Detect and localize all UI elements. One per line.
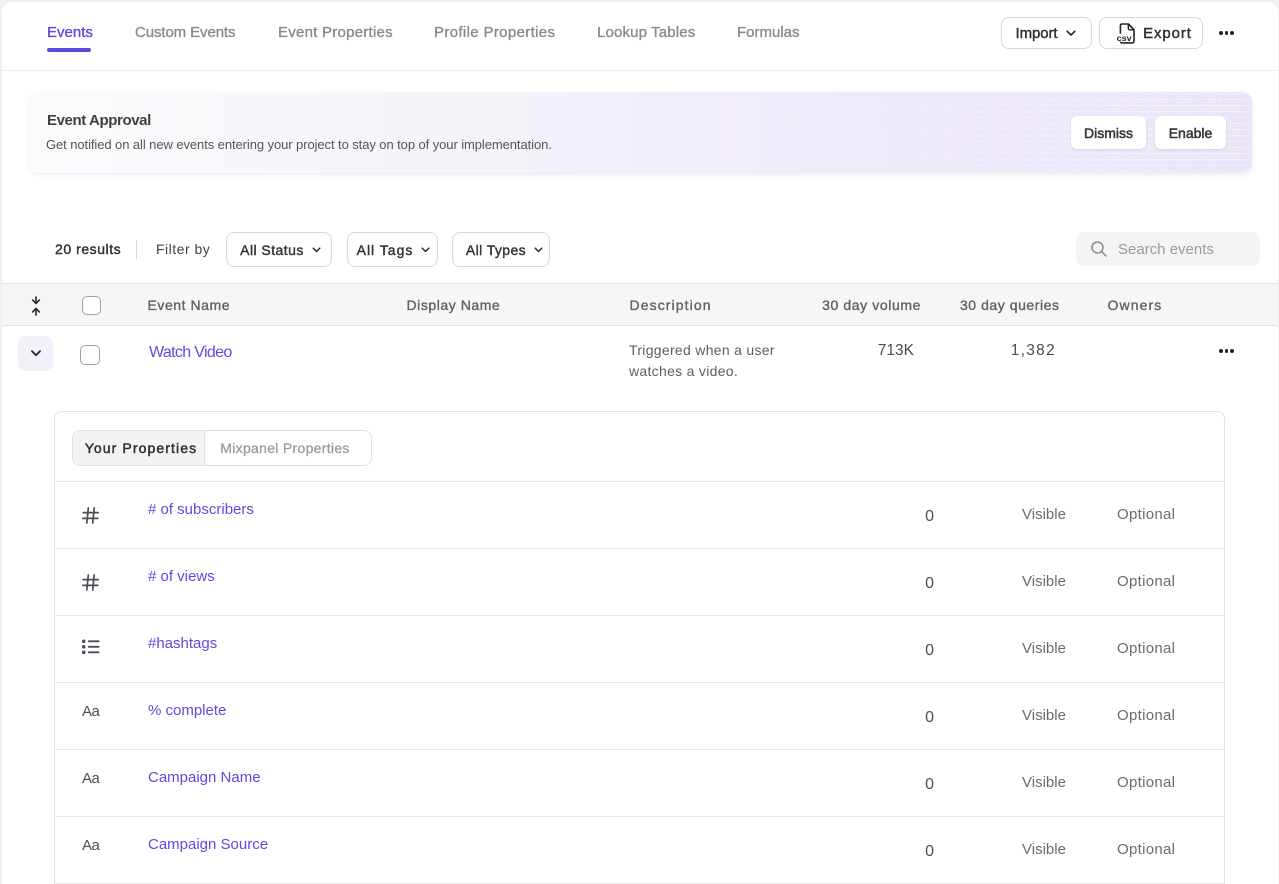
svg-text:csv: csv [1117,33,1132,43]
